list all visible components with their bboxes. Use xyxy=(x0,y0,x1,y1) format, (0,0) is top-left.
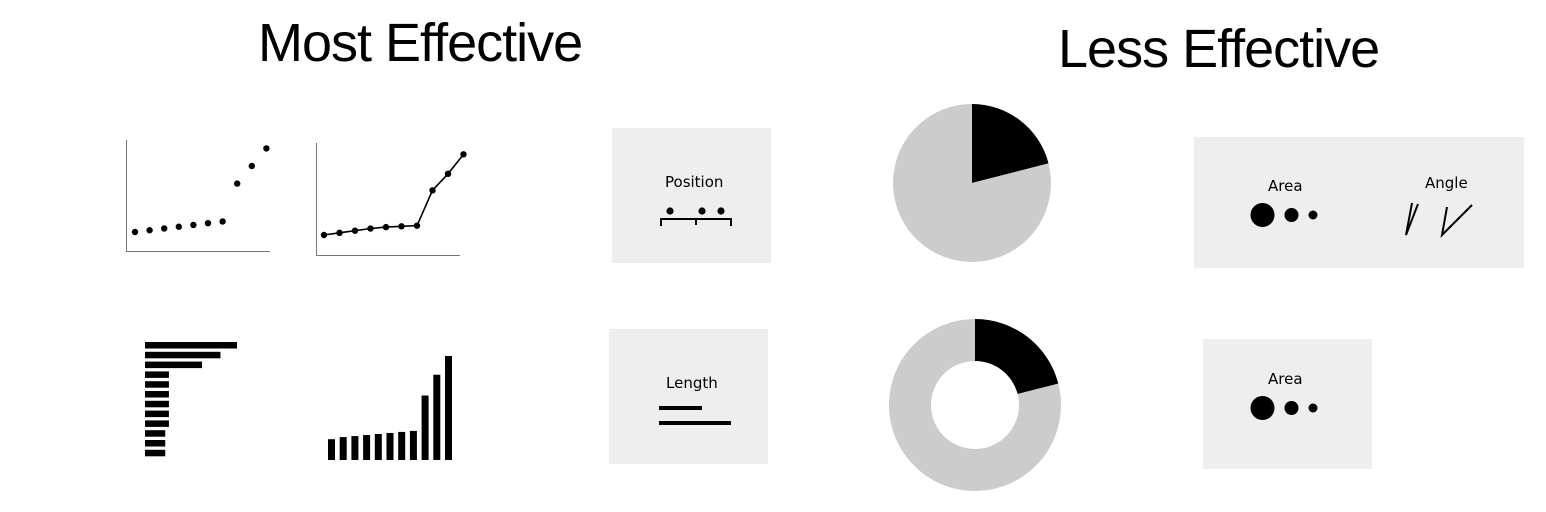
vertical-bar xyxy=(445,356,452,460)
vertical-bar-chart xyxy=(328,356,452,460)
length-panel: Length xyxy=(609,329,768,464)
vertical-bar xyxy=(328,439,335,460)
line-point xyxy=(398,223,405,230)
line-point xyxy=(367,225,374,232)
line-chart-axes xyxy=(316,143,460,256)
horizontal-bar xyxy=(145,440,166,447)
scatter-plot xyxy=(126,140,270,252)
horizontal-bar xyxy=(145,410,169,418)
area-angle-panel: Area Angle xyxy=(1194,137,1524,268)
position-panel: Position xyxy=(612,128,771,263)
scatter-point xyxy=(248,162,255,170)
horizontal-bar xyxy=(145,391,169,398)
horizontal-bar xyxy=(145,430,166,437)
scatter-point xyxy=(204,220,212,227)
scatter-point xyxy=(263,145,270,152)
scatter-point xyxy=(190,221,197,229)
less-effective-heading: Less Effective xyxy=(1058,19,1380,79)
vertical-bar xyxy=(433,374,441,460)
long-length-bar xyxy=(659,421,731,425)
position-dot xyxy=(698,207,706,215)
vertical-bar xyxy=(386,432,394,460)
scatter-axes xyxy=(126,140,270,252)
length-label: Length xyxy=(666,374,718,392)
line-chart xyxy=(316,143,467,256)
area-label-bottom: Area xyxy=(1268,370,1303,388)
area-panel: Area xyxy=(1203,339,1372,469)
vertical-bar xyxy=(339,437,347,460)
narrow-angle xyxy=(1405,202,1419,236)
horizontal-bar xyxy=(145,371,169,378)
medium-area-circle xyxy=(1284,208,1299,222)
scatter-point xyxy=(146,227,153,234)
horizontal-bar xyxy=(145,400,169,408)
large-area-circle xyxy=(1250,396,1275,420)
length-bars-glyph xyxy=(659,406,731,425)
position-dot xyxy=(666,207,674,215)
scatter-point xyxy=(219,218,226,225)
line-series xyxy=(323,153,465,236)
area-circles-glyph-bottom xyxy=(1250,396,1318,420)
line-point xyxy=(413,222,421,229)
area-label: Area xyxy=(1268,177,1303,195)
short-length-bar xyxy=(659,406,702,410)
position-label: Position xyxy=(665,173,724,191)
horizontal-bar xyxy=(145,361,203,369)
vertical-bar xyxy=(363,435,371,460)
horizontal-bar-chart xyxy=(145,342,237,457)
angle-label: Angle xyxy=(1425,174,1468,192)
vertical-bar xyxy=(409,430,417,460)
position-scale-glyph xyxy=(660,207,732,226)
horizontal-bar xyxy=(145,381,169,388)
angle-glyph xyxy=(1405,202,1473,238)
line-point xyxy=(382,223,390,231)
scatter-point xyxy=(161,225,168,232)
line-point xyxy=(351,227,359,234)
line-point xyxy=(320,231,328,239)
area-circles-glyph xyxy=(1250,203,1318,227)
donut-chart xyxy=(889,319,1061,491)
horizontal-bar xyxy=(145,342,237,349)
line-point xyxy=(460,151,467,158)
horizontal-bar xyxy=(145,449,166,457)
vertical-bar xyxy=(351,436,359,460)
vertical-bar xyxy=(398,431,406,460)
vertical-bar xyxy=(421,395,429,460)
most-effective-heading: Most Effective xyxy=(258,13,583,73)
donut-slice xyxy=(975,319,1059,395)
pie-chart xyxy=(893,104,1051,262)
large-area-circle xyxy=(1250,203,1275,227)
line-point xyxy=(444,170,452,177)
scatter-point xyxy=(234,180,241,187)
medium-area-circle xyxy=(1284,401,1299,415)
horizontal-bar xyxy=(145,420,169,427)
position-scale-line xyxy=(660,218,732,226)
scatter-point xyxy=(131,228,139,236)
scatter-point xyxy=(175,223,182,230)
wide-angle xyxy=(1440,204,1473,238)
horizontal-bar xyxy=(145,351,221,359)
vertical-bar xyxy=(374,434,382,460)
small-area-circle xyxy=(1308,403,1318,413)
position-dot xyxy=(717,207,725,215)
line-point xyxy=(429,187,436,194)
small-area-circle xyxy=(1308,210,1318,220)
line-point xyxy=(336,229,343,237)
